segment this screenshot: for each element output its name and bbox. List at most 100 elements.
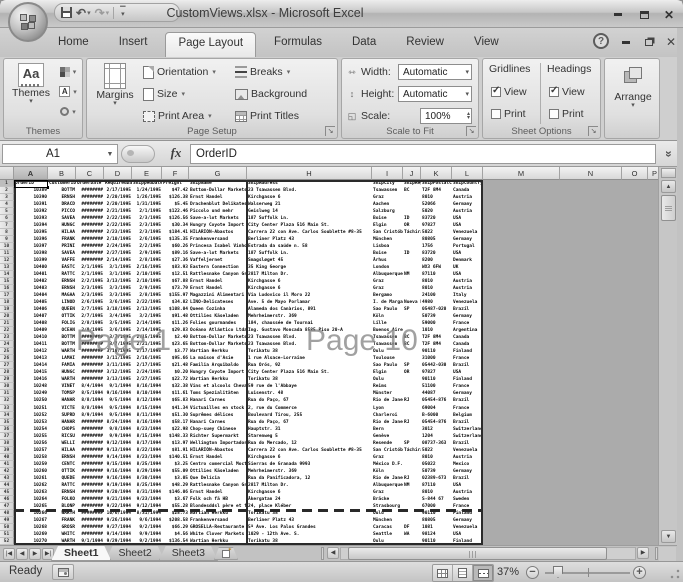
cell[interactable]: I. de Margarita [372, 299, 403, 306]
width-dropdown[interactable]: Automatic▾ [398, 64, 472, 80]
undo-button[interactable]: ↶▾ [76, 8, 91, 18]
cell[interactable]: $30.34 [162, 222, 189, 229]
row-header[interactable]: 19 [0, 306, 14, 313]
cell[interactable]: 59000 [421, 320, 452, 327]
cell[interactable]: HANAR [48, 419, 76, 426]
cell[interactable]: 10408 [14, 320, 48, 327]
vertical-split-box[interactable] [661, 168, 676, 178]
cell[interactable]: 2/16/1995 [132, 355, 162, 362]
theme-effects-button[interactable]: ▾ [56, 103, 80, 120]
cell[interactable]: 10416 [14, 376, 48, 383]
cell[interactable]: 10401 [14, 271, 48, 278]
cell[interactable]: T2F 8M4 [421, 334, 452, 341]
cell[interactable]: $108.04 [162, 306, 189, 313]
cell[interactable]: 3/1/1995 [104, 271, 132, 278]
size-button[interactable]: Size▾ [143, 85, 185, 103]
cell[interactable] [403, 426, 421, 433]
cell[interactable]: 2/15/1995 [132, 334, 162, 341]
cell[interactable]: 9/22/1994 [104, 503, 132, 510]
cell[interactable] [403, 208, 421, 215]
cell[interactable]: Mexico [452, 461, 483, 468]
cell[interactable]: 3/3/1995 [104, 285, 132, 292]
cell[interactable]: Belgium [452, 412, 483, 419]
cell[interactable]: Brazil [452, 419, 483, 426]
cell[interactable]: ######## [76, 468, 104, 475]
cell[interactable] [403, 313, 421, 320]
row-header[interactable]: 11 [0, 250, 14, 257]
cell[interactable]: OTTIK [48, 313, 76, 320]
cell[interactable]: HILARIÓN-Abastos [189, 229, 247, 236]
cell[interactable]: Albuquerque [372, 271, 403, 278]
cell[interactable]: Finland [452, 538, 483, 545]
column-header-I[interactable]: I [372, 167, 403, 180]
cell[interactable]: 05487-020 [421, 306, 452, 313]
cell[interactable]: Münster [372, 390, 403, 397]
cell[interactable]: ######## [76, 517, 104, 524]
cell[interactable]: Buenos Aires [372, 327, 403, 334]
cell[interactable]: 23 Tsawassen Blvd. [247, 341, 372, 348]
cell[interactable]: 9/16/1994 [104, 475, 132, 482]
cell[interactable]: 8/10/1994 [132, 390, 162, 397]
row-header[interactable]: 23 [0, 334, 14, 341]
row-header[interactable]: 45 [0, 489, 14, 496]
cell[interactable]: $25.73 [162, 510, 189, 517]
cell[interactable]: MAGAA [48, 292, 76, 299]
cell[interactable]: QUEEN [48, 306, 76, 313]
cell[interactable]: 10390 [14, 194, 48, 201]
cell[interactable]: Köln [372, 313, 403, 320]
row-header[interactable]: 43 [0, 475, 14, 482]
row-header[interactable]: 12 [0, 257, 14, 264]
cell[interactable]: ######## [76, 496, 104, 503]
cell[interactable]: 4980 [421, 299, 452, 306]
row-header[interactable]: 16 [0, 285, 14, 292]
cell[interactable]: HILAA [48, 229, 76, 236]
cell[interactable]: HUNGC [48, 222, 76, 229]
cell[interactable]: HILAA [48, 447, 76, 454]
cell[interactable]: Starenweg 5 [247, 433, 372, 440]
cell[interactable]: NM [403, 482, 421, 489]
cell[interactable]: 51100 [421, 383, 452, 390]
cell[interactable]: 10406 [14, 306, 48, 313]
cell[interactable]: 69004 [421, 405, 452, 412]
cell[interactable]: Rattlesnake Canyon Grocery [189, 271, 247, 278]
arrange-button[interactable]: Arrange ▾ [611, 67, 655, 108]
cell[interactable]: RJ [403, 419, 421, 426]
cell[interactable]: 8/22/1994 [132, 447, 162, 454]
sheet-tab-sheet2[interactable]: Sheet2 [105, 546, 164, 561]
cell[interactable]: 10267 [14, 517, 48, 524]
cell[interactable]: 9/2/1994 [132, 538, 162, 545]
cell[interactable]: USA [452, 222, 483, 229]
cell[interactable]: $65.83 [162, 397, 189, 404]
restore-button[interactable] [634, 8, 654, 21]
cell[interactable]: 10405 [14, 299, 48, 306]
cell[interactable]: ######## [76, 355, 104, 362]
cell[interactable]: SP [403, 440, 421, 447]
cell[interactable]: Geislweg 14 [247, 208, 372, 215]
cell[interactable]: 8/24/1994 [104, 419, 132, 426]
cell[interactable]: 8/25/1994 [132, 461, 162, 468]
cell[interactable] [403, 496, 421, 503]
cell[interactable]: San Cristóbal [372, 447, 403, 454]
cell[interactable]: FOLIG [48, 320, 76, 327]
cell[interactable]: USA [452, 250, 483, 257]
row-header[interactable]: 34 [0, 412, 14, 419]
cell[interactable]: 8010 [421, 285, 452, 292]
cell[interactable]: USA [452, 369, 483, 376]
cell[interactable]: $67.88 [162, 278, 189, 285]
cell[interactable]: Wartian Herkku [189, 348, 247, 355]
cell[interactable]: 2/7/1995 [76, 313, 104, 320]
cell[interactable]: $184.41 [162, 229, 189, 236]
cell[interactable]: 8/12/1994 [132, 397, 162, 404]
cell[interactable]: 8/15/1994 [132, 433, 162, 440]
cell[interactable]: Argentina [452, 327, 483, 334]
cell[interactable]: CENTC [48, 461, 76, 468]
cell[interactable]: Graz [372, 454, 403, 461]
cell[interactable]: ERNSH [48, 194, 76, 201]
row-header[interactable]: 36 [0, 426, 14, 433]
cell[interactable]: Familia Arquibaldo [189, 362, 247, 369]
cell[interactable] [403, 355, 421, 362]
cell[interactable]: Kirchgasse 6 [247, 194, 372, 201]
column-header-C[interactable]: C [76, 167, 104, 180]
cell[interactable]: ######## [76, 531, 104, 538]
cell[interactable]: 9/14/1994 [104, 454, 132, 461]
